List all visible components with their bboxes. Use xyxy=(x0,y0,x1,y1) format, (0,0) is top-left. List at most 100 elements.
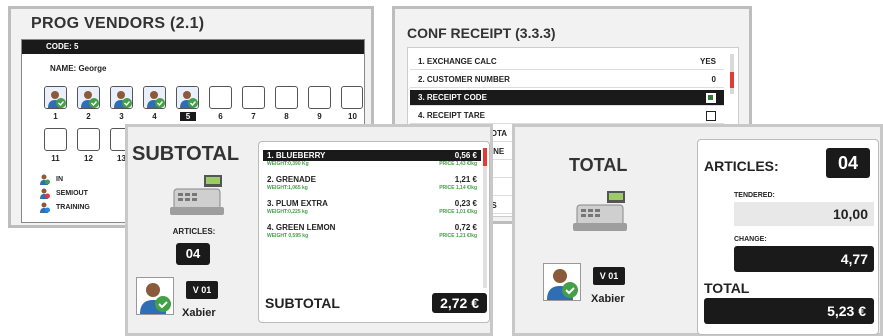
scrollbar-thumb[interactable] xyxy=(483,148,487,166)
receipt-title: CONF RECEIPT (3.3.3) xyxy=(407,25,556,41)
user-check-icon xyxy=(45,87,66,108)
vendor-slot-12[interactable] xyxy=(77,128,100,151)
option-label: 4. RECEIPT TARE xyxy=(418,111,485,120)
tendered-value: 10,00 xyxy=(734,202,874,226)
vendor-slot-6[interactable] xyxy=(209,86,232,109)
vendor-slot-2[interactable] xyxy=(77,86,100,109)
item-weight: WEIGHT:0,390 Kg xyxy=(267,161,309,167)
scrollbar-thumb[interactable] xyxy=(730,72,734,88)
option-value: YES xyxy=(699,57,716,66)
option-value: 0 xyxy=(711,75,716,84)
total-title: TOTAL xyxy=(569,155,628,175)
receipt-option-exchange-calc[interactable]: 1. EXCHANGE CALC YES xyxy=(410,54,724,70)
total-articles-count: 04 xyxy=(826,148,870,178)
item-amount: 1,21 € xyxy=(454,175,477,184)
slot-number: 3 xyxy=(119,112,124,121)
receipt-code-checkbox[interactable] xyxy=(706,92,716,103)
user-in-icon xyxy=(40,174,50,185)
item-amount: 0,72 € xyxy=(454,223,477,232)
user-name: Xabier xyxy=(591,293,625,305)
vendor-slot-11[interactable] xyxy=(44,128,67,151)
user-check-icon xyxy=(547,269,578,300)
cash-register-icon xyxy=(573,191,627,231)
item-amount: 0,23 € xyxy=(454,199,477,208)
user-avatar xyxy=(543,263,581,301)
item-weight: WEIGHT:0,225 kg xyxy=(267,209,308,215)
slot-number: 4 xyxy=(152,112,157,121)
change-label: CHANGE: xyxy=(734,236,767,243)
user-avatar xyxy=(136,277,174,315)
subtotal-items-list: 1. BLUEBERRY 0,56 € WEIGHT:0,390 Kg PRICE … xyxy=(258,141,490,323)
total-label: TOTAL xyxy=(704,280,750,296)
option-label: 2. CUSTOMER NUMBER xyxy=(418,75,510,84)
option-label: 3. RECEIPT CODE xyxy=(418,93,487,102)
item-amount: 0,56 € xyxy=(454,151,477,160)
user-semiout-icon xyxy=(40,188,50,199)
item-weight: WEIGHT 0,595 kg xyxy=(267,233,309,239)
item-name: 1. BLUEBERRY xyxy=(267,151,326,160)
change-value: 4,77 xyxy=(734,246,874,272)
total-summary: ARTICLES: 04 TENDERED: 10,00 CHANGE: 4,7… xyxy=(697,139,879,335)
vendors-title: PROG VENDORS (2.1) xyxy=(31,15,205,32)
item-name: 4. GREEN LEMON xyxy=(267,223,336,232)
legend-semiout-label: SEMIOUT xyxy=(56,190,88,197)
user-name: Xabier xyxy=(182,307,216,319)
subtotal-footer-label: SUBTOTAL xyxy=(265,295,340,311)
vendor-slot-4[interactable] xyxy=(143,86,166,109)
subtotal-footer: SUBTOTAL 2,72 € xyxy=(265,292,487,314)
list-item[interactable]: 3. PLUM EXTRA 0,23 € WEIGHT:0,225 kg PRICE… xyxy=(263,198,481,215)
user-training-icon xyxy=(40,202,50,213)
slot-number: 11 xyxy=(51,154,60,163)
receipt-tare-checkbox[interactable] xyxy=(706,110,716,121)
item-price: PRICE 1,43 €/kg xyxy=(439,161,477,167)
user-check-icon xyxy=(177,87,198,108)
user-check-icon xyxy=(78,87,99,108)
slot-number: 6 xyxy=(218,112,223,121)
list-item[interactable]: 4. GREEN LEMON 0,72 € WEIGHT 0,595 kg PRIC… xyxy=(263,222,481,239)
vendor-slot-7[interactable] xyxy=(242,86,265,109)
list-item[interactable]: 1. BLUEBERRY 0,56 € WEIGHT:0,390 Kg PRICE … xyxy=(263,150,481,167)
subtotal-panel: SUBTOTAL ARTICLES: 04 V 01 Xabier 1. BLU… xyxy=(125,124,493,336)
total-value: 5,23 € xyxy=(704,298,874,324)
receipt-scrollbar[interactable] xyxy=(730,54,734,94)
cash-register-icon xyxy=(170,175,224,215)
vendor-slot-10[interactable] xyxy=(341,86,363,109)
vendor-slot-9[interactable] xyxy=(308,86,331,109)
user-check-icon xyxy=(140,283,171,314)
legend-semiout: SEMIOUT xyxy=(40,188,88,199)
item-price: PRICE 1,01 €/kg xyxy=(439,209,477,215)
item-price: PRICE 1,21 €/kg xyxy=(439,233,477,239)
vendor-name-label: NAME: George xyxy=(50,64,107,73)
user-check-icon xyxy=(144,87,165,108)
vendor-slot-5[interactable] xyxy=(176,86,199,109)
total-panel: TOTAL V 01 Xabier ARTICLES: 04 TENDERED:… xyxy=(512,124,883,336)
slot-number: 1 xyxy=(53,112,58,121)
vendor-slot-1[interactable] xyxy=(44,86,67,109)
slot-number: 10 xyxy=(348,112,357,121)
receipt-option-receipt-code[interactable]: 3. RECEIPT CODE xyxy=(410,90,724,106)
slot-number: 7 xyxy=(251,112,256,121)
item-name: 3. PLUM EXTRA xyxy=(267,199,328,208)
legend-training-label: TRAINING xyxy=(56,204,90,211)
slot-number: 8 xyxy=(284,112,289,121)
list-item[interactable]: 2. GRENADE 1,21 € WEIGHT:1,065 kg PRICE 1,… xyxy=(263,174,481,191)
item-name: 2. GRENADE xyxy=(267,175,316,184)
user-check-icon xyxy=(111,87,132,108)
slot-number: 2 xyxy=(86,112,91,121)
vendor-slot-3[interactable] xyxy=(110,86,133,109)
articles-label: ARTICLES: xyxy=(172,227,216,236)
vendor-code-badge: V 01 xyxy=(593,267,625,285)
legend-in-label: IN xyxy=(56,176,63,183)
slot-number: 9 xyxy=(317,112,322,121)
subtotal-title: SUBTOTAL xyxy=(132,143,240,165)
slot-number-selected: 5 xyxy=(180,112,196,121)
receipt-option-receipt-tare[interactable]: 4. RECEIPT TARE xyxy=(410,108,724,124)
tendered-label: TENDERED: xyxy=(734,192,775,199)
vendor-code-bar: CODE: 5 xyxy=(22,40,364,54)
receipt-option-customer-number[interactable]: 2. CUSTOMER NUMBER 0 xyxy=(410,72,724,88)
vendor-slot-8[interactable] xyxy=(275,86,298,109)
legend-training: TRAINING xyxy=(40,202,90,213)
total-articles-label: ARTICLES: xyxy=(704,158,779,174)
items-scrollbar[interactable] xyxy=(483,148,487,288)
item-price: PRICE 1,14 €/kg xyxy=(439,185,477,191)
